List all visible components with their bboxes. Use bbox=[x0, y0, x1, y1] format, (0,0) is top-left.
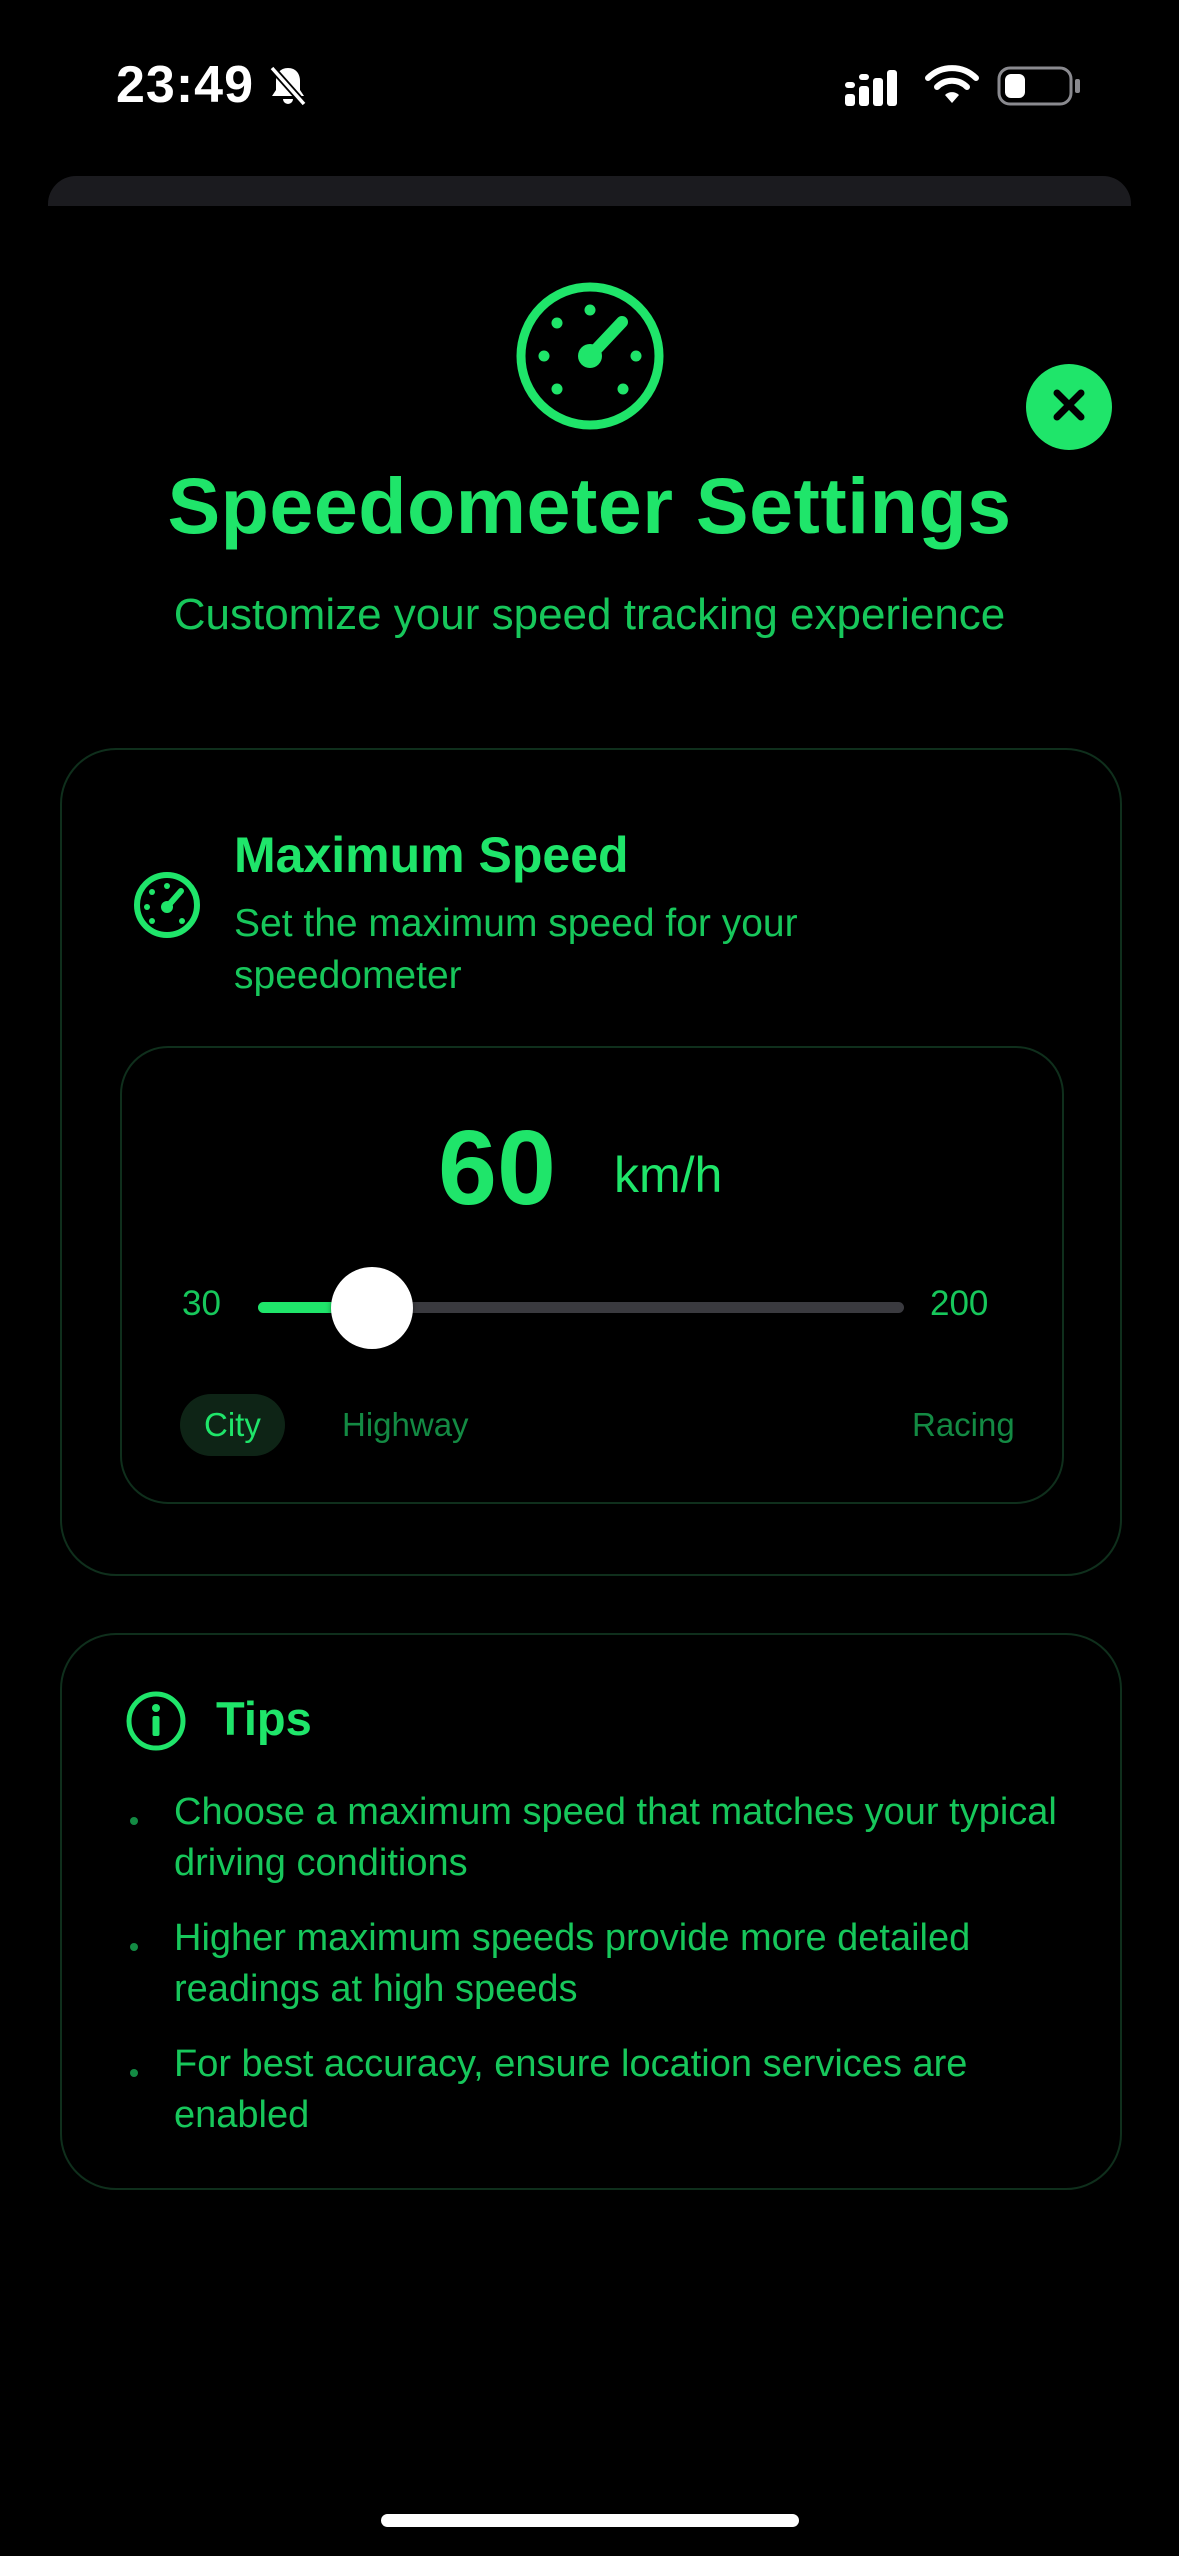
preset-city-button[interactable]: City bbox=[180, 1394, 285, 1456]
speed-value: 60 bbox=[438, 1109, 556, 1227]
info-icon bbox=[124, 1689, 188, 1758]
status-bar: 23:49 bbox=[0, 0, 1179, 170]
tip-text: Higher maximum speeds provide more detai… bbox=[174, 1917, 971, 2010]
maximum-speed-title: Maximum Speed bbox=[234, 827, 629, 883]
slider-thumb[interactable] bbox=[331, 1267, 413, 1349]
tips-title: Tips bbox=[216, 1692, 312, 1745]
bullet bbox=[130, 1943, 138, 1951]
maximum-speed-card: Maximum Speed Set the maximum speed for … bbox=[60, 748, 1122, 1576]
bell-slash-icon bbox=[268, 64, 308, 113]
close-button[interactable] bbox=[1026, 364, 1112, 450]
speedometer-icon bbox=[514, 280, 666, 437]
page-subtitle: Customize your speed tracking experience bbox=[173, 590, 1006, 639]
max-speed-slider[interactable] bbox=[258, 1267, 904, 1349]
tip-item: For best accuracy, ensure location servi… bbox=[124, 2039, 1084, 2141]
speed-unit: km/h bbox=[614, 1147, 723, 1203]
close-icon bbox=[1049, 385, 1089, 430]
page-title: Speedometer Settings bbox=[167, 461, 1012, 550]
tip-text: For best accuracy, ensure location servi… bbox=[174, 2043, 968, 2136]
tips-list: Choose a maximum speed that matches your… bbox=[124, 1787, 1084, 2165]
preset-racing-button[interactable]: Racing bbox=[888, 1394, 1039, 1456]
cellular-signal-icon bbox=[843, 68, 903, 113]
tip-text: Choose a maximum speed that matches your… bbox=[174, 1791, 1057, 1884]
maximum-speed-description: Set the maximum speed for your speedomet… bbox=[234, 902, 798, 997]
tip-item: Higher maximum speeds provide more detai… bbox=[124, 1913, 1084, 2015]
speed-selector-panel: 60 km/h 30 200 City Highway Racing bbox=[120, 1046, 1064, 1504]
bullet bbox=[130, 1817, 138, 1825]
tips-card: Tips Choose a maximum speed that matches… bbox=[60, 1633, 1122, 2190]
speedometer-icon bbox=[132, 870, 202, 945]
battery-icon bbox=[997, 66, 1083, 111]
slider-max-label: 200 bbox=[930, 1284, 989, 1323]
wifi-icon bbox=[924, 64, 980, 111]
bullet bbox=[130, 2069, 138, 2077]
tip-item: Choose a maximum speed that matches your… bbox=[124, 1787, 1084, 1889]
sheet-background-edge bbox=[48, 176, 1131, 206]
home-indicator[interactable] bbox=[381, 2514, 799, 2527]
slider-min-label: 30 bbox=[182, 1284, 221, 1323]
status-time: 23:49 bbox=[116, 56, 254, 114]
preset-highway-button[interactable]: Highway bbox=[318, 1394, 493, 1456]
